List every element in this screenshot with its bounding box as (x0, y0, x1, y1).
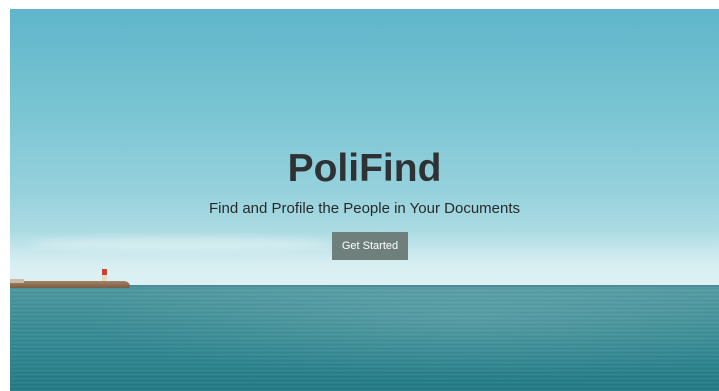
hero-section: PoliFind Find and Profile the People in … (10, 9, 719, 391)
hero-content: PoliFind Find and Profile the People in … (10, 9, 719, 391)
hero-subtitle: Find and Profile the People in Your Docu… (208, 200, 521, 217)
get-started-button[interactable]: Get Started (332, 232, 408, 260)
hero-title: PoliFind (287, 147, 442, 190)
